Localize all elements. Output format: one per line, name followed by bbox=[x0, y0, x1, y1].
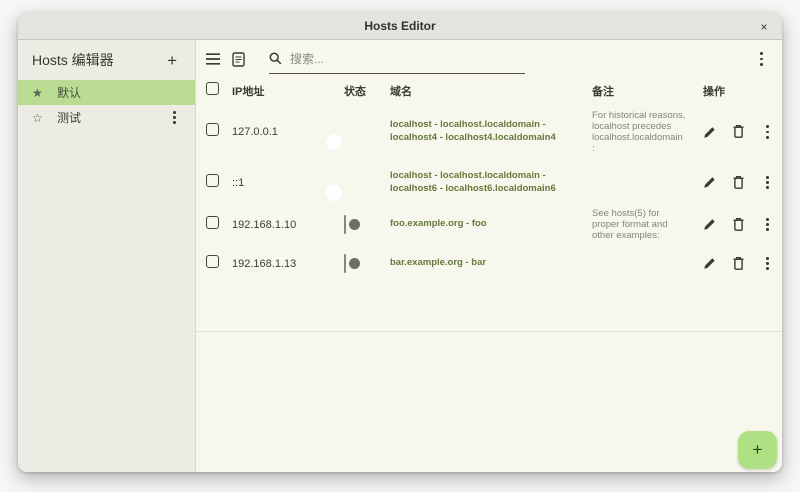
add-host-button[interactable]: + bbox=[738, 431, 777, 469]
search-field[interactable] bbox=[269, 44, 525, 74]
header-note: 备注 bbox=[592, 83, 687, 99]
domain-text: localhost - localhost.localdomain - loca… bbox=[390, 170, 592, 196]
status-toggle[interactable] bbox=[344, 215, 346, 234]
edit-icon[interactable] bbox=[703, 256, 716, 270]
sidebar-title: Hosts 编辑器 bbox=[32, 50, 163, 70]
toolbar bbox=[196, 40, 782, 78]
row-checkbox[interactable] bbox=[206, 123, 219, 136]
app-window: Hosts Editor × Hosts 编辑器 + ★ 默认 ☆ 测试 bbox=[18, 13, 782, 472]
row-menu-icon[interactable] bbox=[761, 173, 774, 192]
header-ip: IP地址 bbox=[232, 83, 344, 99]
row-checkbox[interactable] bbox=[206, 216, 219, 229]
note-text: For historical reasons, localhost preced… bbox=[592, 110, 687, 155]
sidebar-item-label: 默认 bbox=[57, 84, 81, 101]
table-row: ::1 localhost - localhost.localdomain - … bbox=[196, 160, 782, 205]
row-menu-icon[interactable] bbox=[761, 215, 774, 234]
table-row: 127.0.0.1 localhost - localhost.localdom… bbox=[196, 104, 782, 160]
table-header: IP地址 状态 域名 备注 操作 bbox=[196, 78, 782, 104]
close-icon[interactable]: × bbox=[754, 13, 774, 40]
main-pane: IP地址 状态 域名 备注 操作 127.0.0.1 localhost - l… bbox=[196, 40, 782, 472]
primary-menu-icon[interactable] bbox=[755, 49, 768, 68]
ip-address: 192.168.1.13 bbox=[232, 258, 344, 270]
edit-icon[interactable] bbox=[703, 175, 716, 189]
delete-icon[interactable] bbox=[732, 217, 745, 232]
hamburger-menu-icon[interactable] bbox=[206, 53, 220, 65]
edit-icon[interactable] bbox=[703, 125, 716, 139]
row-checkbox[interactable] bbox=[206, 174, 219, 187]
note-text: See hosts(5) for proper format and other… bbox=[592, 208, 687, 242]
sidebar: Hosts 编辑器 + ★ 默认 ☆ 测试 bbox=[18, 40, 196, 472]
domain-text: bar.example.org - bar bbox=[390, 257, 592, 270]
sidebar-item-test[interactable]: ☆ 测试 bbox=[18, 105, 195, 130]
star-outline-icon[interactable]: ☆ bbox=[32, 111, 48, 125]
sidebar-item-default[interactable]: ★ 默认 bbox=[18, 80, 195, 105]
header-actions: 操作 bbox=[687, 83, 782, 99]
domain-text: localhost - localhost.localdomain - loca… bbox=[390, 119, 592, 145]
delete-icon[interactable] bbox=[732, 124, 745, 139]
search-input[interactable] bbox=[290, 52, 490, 66]
sidebar-item-menu-icon[interactable] bbox=[168, 108, 181, 127]
titlebar[interactable]: Hosts Editor × bbox=[18, 13, 782, 40]
list-bottom-divider bbox=[196, 331, 782, 332]
header-domain: 域名 bbox=[390, 83, 592, 99]
table-row: 192.168.1.10 foo.example.org - foo See h… bbox=[196, 205, 782, 244]
window-title: Hosts Editor bbox=[364, 19, 435, 33]
add-list-button[interactable]: + bbox=[163, 50, 181, 71]
sidebar-header: Hosts 编辑器 + bbox=[18, 40, 195, 80]
header-status: 状态 bbox=[344, 83, 390, 99]
status-toggle[interactable] bbox=[344, 254, 346, 273]
search-icon bbox=[269, 52, 282, 65]
delete-icon[interactable] bbox=[732, 256, 745, 271]
domain-text: foo.example.org - foo bbox=[390, 218, 592, 231]
delete-icon[interactable] bbox=[732, 175, 745, 190]
table-row: 192.168.1.13 bar.example.org - bar bbox=[196, 244, 782, 283]
document-icon[interactable] bbox=[232, 52, 245, 67]
ip-address: 192.168.1.10 bbox=[232, 219, 344, 231]
select-all-checkbox[interactable] bbox=[206, 82, 219, 95]
row-menu-icon[interactable] bbox=[761, 122, 774, 141]
sidebar-item-label: 测试 bbox=[57, 109, 81, 126]
row-checkbox[interactable] bbox=[206, 255, 219, 268]
row-menu-icon[interactable] bbox=[761, 254, 774, 273]
edit-icon[interactable] bbox=[703, 217, 716, 231]
star-icon: ★ bbox=[32, 86, 48, 100]
